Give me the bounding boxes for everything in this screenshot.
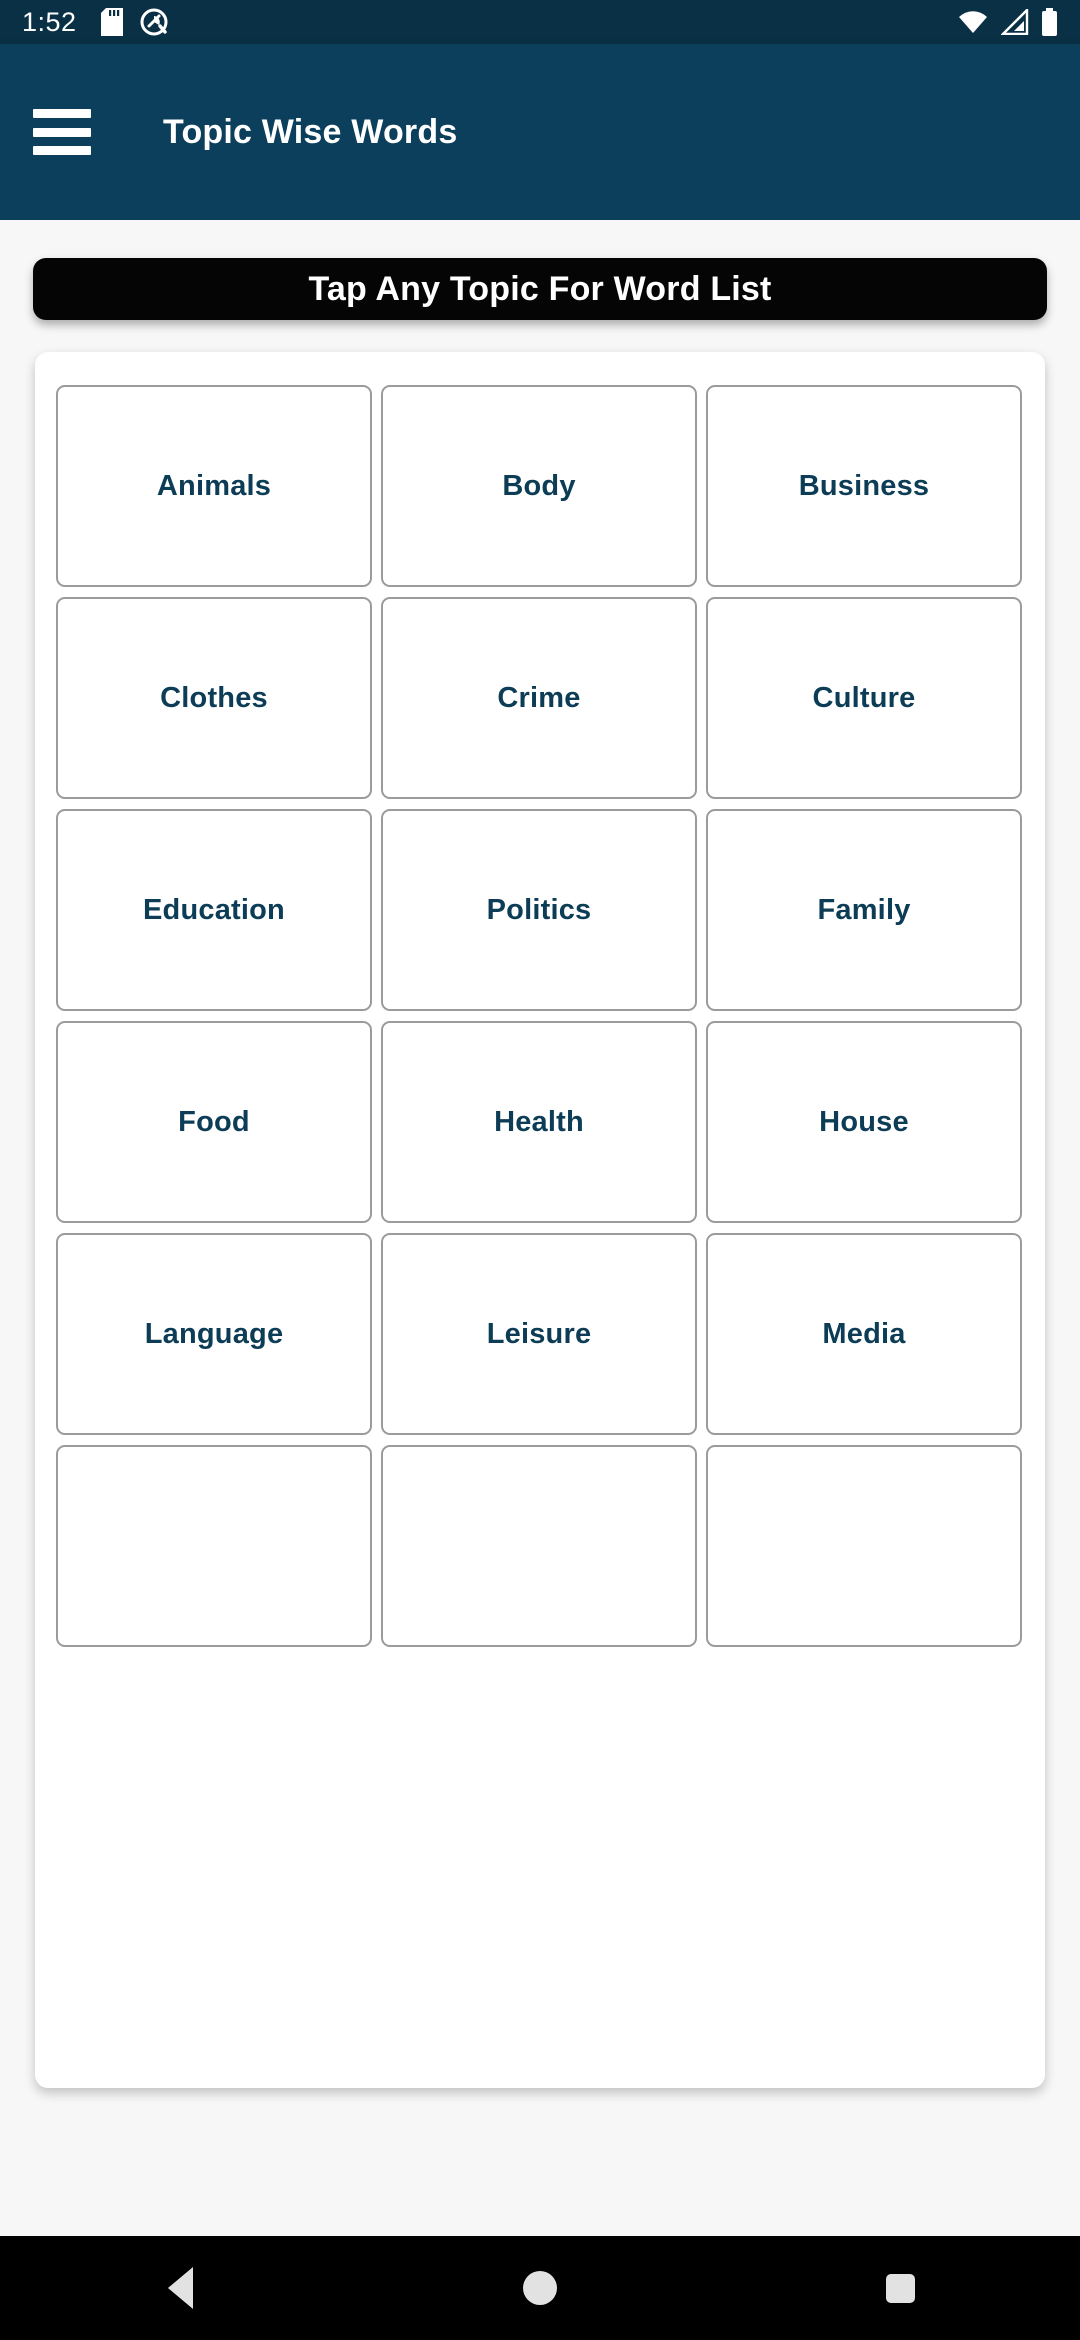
status-bar-left-icons [100,8,168,36]
sd-card-icon [100,8,123,36]
instruction-banner: Tap Any Topic For Word List [33,258,1047,320]
circle-icon [523,2271,557,2305]
topic-card-label: Politics [486,893,592,926]
topic-card-label: Body [502,469,576,502]
topic-card[interactable]: Language [56,1233,372,1435]
topic-card[interactable]: Culture [706,597,1022,799]
topic-card[interactable]: Clothes [56,597,372,799]
app-bar: Topic Wise Words [0,44,1080,220]
hamburger-bar-1 [33,109,91,118]
topic-card-label: Crime [497,681,581,714]
topics-panel: Animals Body Business Clothes Crime Culture Ed… [35,352,1045,2088]
square-icon [885,2273,915,2303]
topic-card[interactable]: Crime [381,597,697,799]
instruction-banner-text: Tap Any Topic For Word List [308,269,772,308]
cellular-signal-icon [1001,9,1029,35]
status-bar-right-icons [957,8,1058,36]
topic-card[interactable]: House [706,1021,1022,1223]
topic-card-label: Culture [812,681,916,714]
status-bar-clock: 1:52 [22,6,77,37]
triangle-left-icon [167,2267,193,2309]
topic-card-label: House [819,1105,909,1138]
system-navigation-bar [0,2236,1080,2340]
page-title: Topic Wise Words [163,112,458,151]
topic-card[interactable]: Body [381,385,697,587]
topic-card-label: Leisure [486,1317,592,1350]
topic-card-label: Business [798,469,930,502]
topic-card-label: Food [178,1105,250,1138]
status-bar: 1:52 [0,0,1080,44]
hamburger-bar-3 [33,146,91,155]
topic-card[interactable]: Politics [381,809,697,1011]
topic-card[interactable]: Animals [56,385,372,587]
home-button[interactable] [480,2236,600,2340]
topic-card[interactable]: Health [381,1021,697,1223]
main-content: Tap Any Topic For Word List Animals Body B… [0,220,1080,2236]
topic-card[interactable]: Media [706,1233,1022,1435]
recents-button[interactable] [840,2236,960,2340]
topic-card[interactable]: Leisure [381,1233,697,1435]
do-not-disturb-icon [140,8,168,36]
topic-card[interactable]: Business [706,385,1022,587]
phone-screen: 1:52 Topic Wise Words Tap Any Topic For … [0,0,1080,2340]
topic-card[interactable] [381,1445,697,1647]
topic-card[interactable]: Food [56,1021,372,1223]
topic-card-label: Education [143,893,285,926]
topic-card[interactable]: Family [706,809,1022,1011]
topic-card-label: Health [494,1105,584,1138]
back-button[interactable] [120,2236,240,2340]
battery-icon [1041,8,1058,36]
topic-card[interactable] [706,1445,1022,1647]
wifi-icon [957,9,989,35]
topics-grid: Animals Body Business Clothes Crime Culture Ed… [35,352,1045,1647]
topic-card-label: Media [822,1317,906,1350]
topic-card-label: Clothes [160,681,268,714]
topic-card-label: Family [817,893,911,926]
topic-card[interactable]: Education [56,809,372,1011]
topic-card-label: Animals [156,469,272,502]
hamburger-bar-2 [33,127,91,137]
topic-card-label: Language [144,1317,284,1350]
hamburger-menu-icon[interactable] [33,109,91,155]
topic-card[interactable] [56,1445,372,1647]
